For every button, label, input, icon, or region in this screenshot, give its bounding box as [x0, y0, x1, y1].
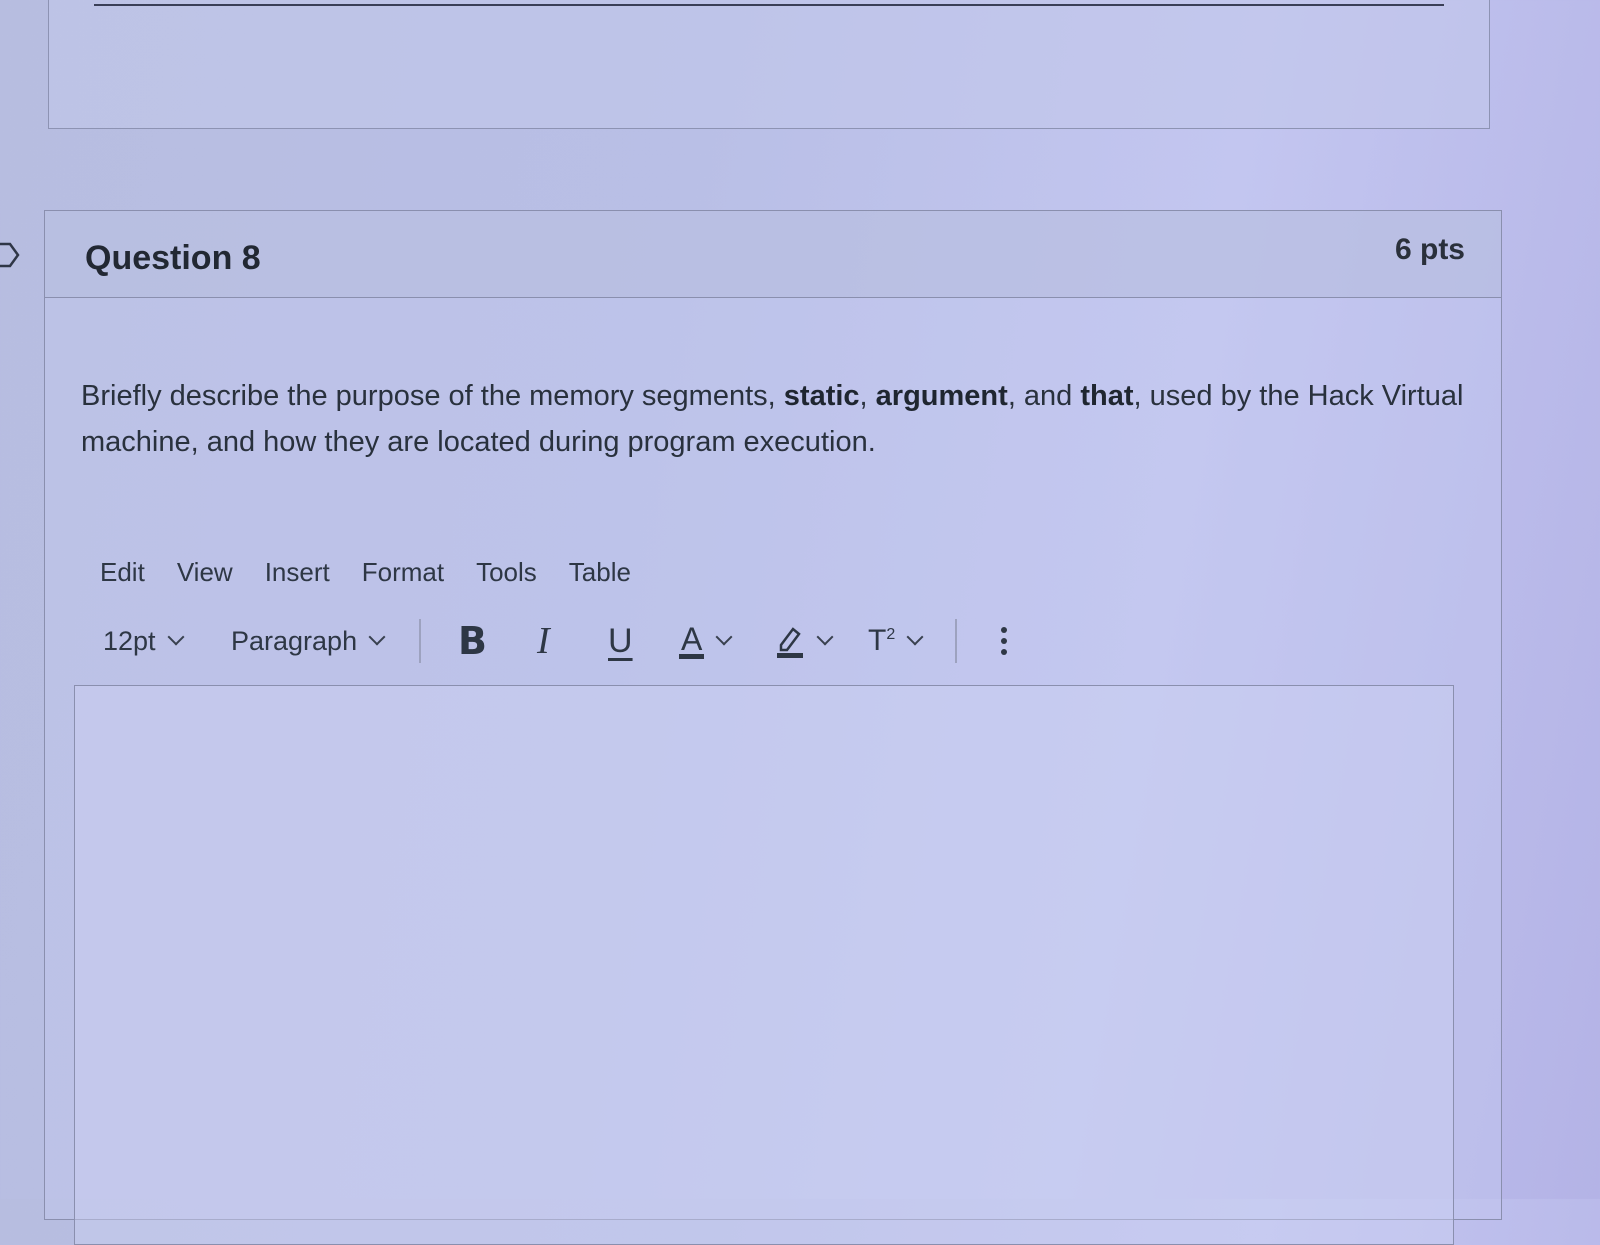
bold-button[interactable]: B — [458, 613, 487, 669]
editor-toolbar: 12pt Paragraph B I U A T2 — [103, 613, 1043, 669]
menu-insert[interactable]: Insert — [265, 557, 330, 588]
question-text-bold-static: static — [783, 380, 860, 412]
question-text-part: Briefly describe the purpose of the memo… — [81, 380, 784, 412]
chevron-down-icon — [906, 628, 924, 646]
underline-icon: U — [608, 621, 633, 660]
font-size-select[interactable]: 12pt — [103, 613, 185, 669]
previous-question-card — [48, 0, 1490, 129]
chevron-down-icon — [816, 628, 834, 646]
font-size-value: 12pt — [103, 625, 156, 656]
toolbar-divider — [419, 619, 421, 663]
text-color-button[interactable]: A — [679, 613, 733, 669]
superscript-icon-letter: T — [868, 624, 887, 657]
bold-icon: B — [458, 619, 487, 663]
toolbar-divider — [955, 619, 957, 663]
block-format-value: Paragraph — [231, 625, 358, 656]
answer-editor[interactable] — [74, 685, 1454, 1245]
italic-icon: I — [537, 620, 550, 662]
menu-format[interactable]: Format — [362, 557, 444, 588]
menu-tools[interactable]: Tools — [476, 557, 537, 588]
question-text-part: , — [859, 380, 876, 412]
question-text-part: , and — [1007, 380, 1081, 412]
menu-view[interactable]: View — [177, 557, 233, 588]
question-text: Briefly describe the purpose of the memo… — [81, 373, 1471, 465]
chevron-down-icon — [368, 628, 386, 646]
question-points: 6 pts — [1394, 233, 1465, 266]
text-color-icon: A — [679, 620, 705, 659]
highlight-color-button[interactable] — [775, 613, 834, 669]
highlighter-icon — [777, 627, 803, 658]
editor-menubar: Edit View Insert Format Tools Table — [100, 557, 663, 588]
previous-editor-bottom-border — [94, 0, 1444, 6]
question-card: Question 8 6 pts Briefly describe the pu… — [44, 210, 1502, 1245]
more-vertical-icon — [1001, 627, 1007, 655]
question-text-bold-that: that — [1080, 380, 1134, 412]
question-text-bold-argument: argument — [875, 380, 1008, 412]
question-title: Question 8 — [85, 239, 261, 277]
superscript-icon: T2 — [868, 624, 895, 658]
flag-question-icon[interactable] — [0, 240, 24, 270]
chevron-down-icon — [167, 628, 185, 646]
block-format-select[interactable]: Paragraph — [231, 613, 386, 669]
superscript-button[interactable]: T2 — [868, 613, 924, 669]
more-options-button[interactable] — [998, 613, 1010, 669]
chevron-down-icon — [715, 628, 733, 646]
italic-button[interactable]: I — [537, 613, 550, 669]
question-header: Question 8 6 pts — [45, 211, 1501, 298]
superscript-icon-exponent: 2 — [886, 626, 896, 643]
menu-edit[interactable]: Edit — [100, 557, 145, 588]
menu-table[interactable]: Table — [569, 557, 631, 588]
underline-button[interactable]: U — [608, 613, 633, 669]
